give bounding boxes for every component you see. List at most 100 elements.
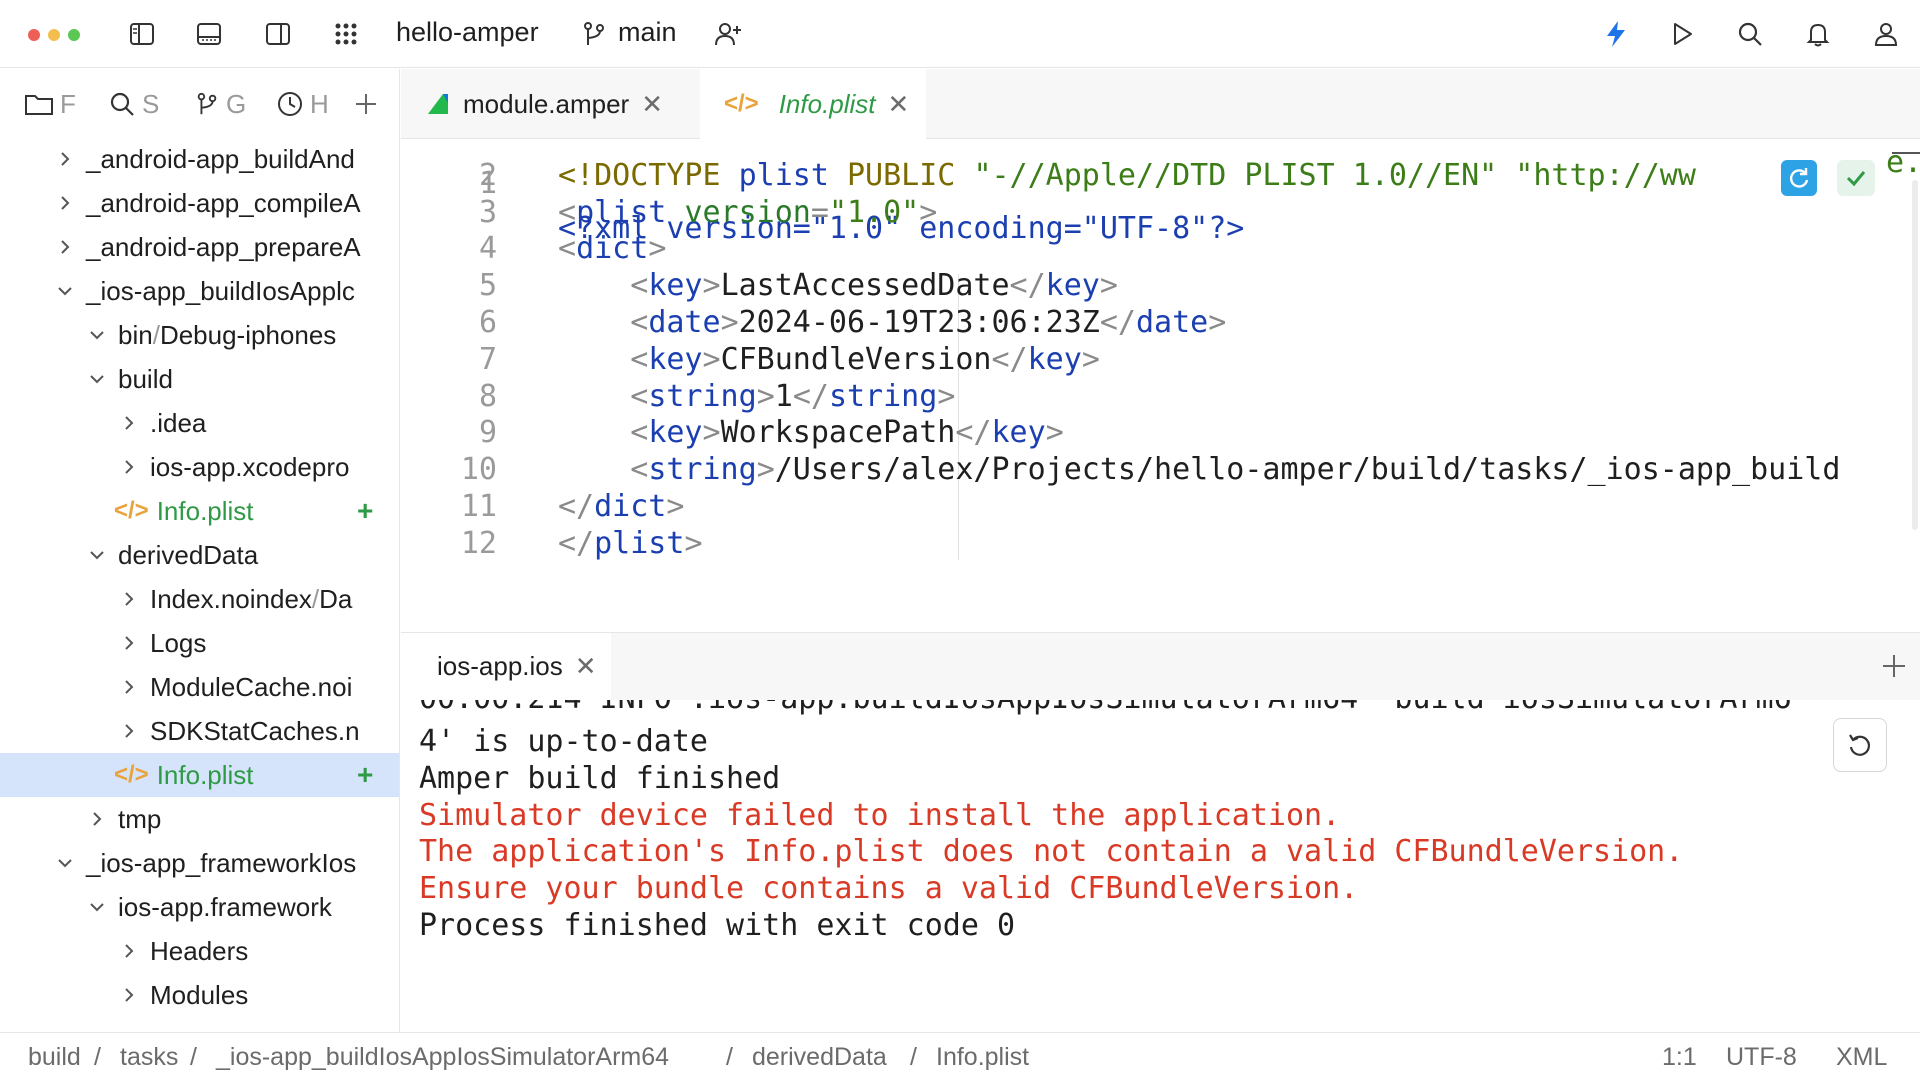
tab-module-amper[interactable]: module.amper ✕ [401,69,700,139]
tree-item-label: bin [118,319,153,350]
run-console[interactable]: 00:00:214 INFO :ios-app:buildIosAppIosSi… [401,700,1920,1032]
chevron-right-icon[interactable] [118,720,140,742]
tab-project-label: F [60,88,76,119]
search-icon[interactable] [1730,14,1770,54]
run-icon[interactable] [1662,14,1702,54]
tree-item-label: ios-app.xcodepro [150,451,350,482]
add-tab-button[interactable] [352,87,380,121]
chevron-down-icon[interactable] [86,544,108,566]
apps-grid-icon[interactable] [326,14,366,54]
chevron-right-icon[interactable] [86,808,108,830]
file-encoding[interactable]: UTF-8 [1726,1043,1797,1072]
minimize-window-button[interactable] [48,29,60,41]
tree-item[interactable]: .idea [0,401,399,445]
tab-git-label: G [226,88,247,119]
clock-icon [278,92,302,116]
tab-ios-app-run[interactable]: ios-app.ios ✕ [401,633,611,700]
tree-item[interactable]: _ios-app_frameworkIos [0,841,399,885]
tree-item-label: build [118,363,173,394]
tree-item[interactable]: tmp [0,797,399,841]
tree-item[interactable]: Index.noindex / Da [0,577,399,621]
branch-name[interactable]: main [618,17,677,48]
maximize-window-button[interactable] [68,29,80,41]
sidebar-left-icon[interactable] [122,14,162,54]
scrollbar-marker [1892,152,1920,154]
tab-info-plist[interactable]: </> Info.plist ✕ [700,69,926,139]
tab-search[interactable]: S [108,87,159,121]
bell-icon[interactable] [1798,14,1838,54]
tree-item[interactable]: bin / Debug-iphones [0,313,399,357]
tree-item[interactable]: Logs [0,621,399,665]
tree-item[interactable]: _android-app_prepareA [0,225,399,269]
tab-history[interactable]: H [276,87,329,121]
breadcrumb-item[interactable]: _ios-app_buildIosAppIosSimulatorArm64 [216,1043,669,1072]
tree-item-suffix: Da [319,583,353,614]
tree-item-label: _ios-app_frameworkIos [86,847,357,878]
tree-item[interactable]: _ios-app_buildIosApplc [0,269,399,313]
chevron-right-icon[interactable] [54,236,76,258]
sidebar-tabs: F S G H [0,69,399,137]
vertical-scrollbar[interactable] [1912,180,1918,530]
chevron-right-icon[interactable] [118,940,140,962]
plus-icon [356,94,376,114]
breadcrumb-item[interactable]: tasks [120,1043,178,1072]
branch-icon[interactable] [574,14,614,54]
chevron-down-icon[interactable] [86,896,108,918]
chevron-down-icon[interactable] [86,324,108,346]
tree-item-label: _android-app_buildAnd [86,143,355,174]
rerun-button[interactable] [1833,718,1887,772]
chevron-down-icon[interactable] [54,280,76,302]
run-tab-label: ios-app.ios [437,651,563,681]
chevron-right-icon[interactable] [54,192,76,214]
lightning-icon[interactable] [1596,14,1636,54]
tree-item[interactable]: build [0,357,399,401]
file-language[interactable]: XML [1836,1043,1887,1072]
breadcrumb-separator: / [726,1043,733,1071]
chevron-right-icon[interactable] [54,148,76,170]
chevron-down-icon[interactable] [54,852,76,874]
chevron-down-icon[interactable] [86,368,108,390]
sidebar-right-icon[interactable] [258,14,298,54]
reload-changes-icon[interactable] [1781,160,1817,196]
xml-icon: </> [724,90,759,117]
project-name[interactable]: hello-amper [396,17,539,48]
breadcrumb-item[interactable]: Info.plist [936,1043,1029,1072]
tree-item[interactable]: ios-app.framework [0,885,399,929]
tree-item[interactable]: Headers [0,929,399,973]
code-editor[interactable]: 1 <?xml version="1.0" encoding="UTF-8"?>… [401,140,1920,632]
xml-icon: </> [114,761,149,788]
tree-item[interactable]: ios-app.xcodepro [0,445,399,489]
add-run-tab-button[interactable] [1879,651,1909,686]
chevron-right-icon[interactable] [118,676,140,698]
cursor-position[interactable]: 1:1 [1662,1043,1697,1072]
breadcrumb-item[interactable]: derivedData [752,1043,887,1072]
chevron-right-icon[interactable] [118,412,140,434]
tree-item[interactable]: </> Info.plist + [0,753,399,797]
tree-item[interactable]: ModuleCache.noi [0,665,399,709]
tree-item[interactable]: derivedData [0,533,399,577]
tree-item-label: SDKStatCaches.n [150,715,360,746]
tree-item[interactable]: _android-app_compileA [0,181,399,225]
close-icon[interactable]: ✕ [575,651,597,682]
chevron-right-icon[interactable] [118,632,140,654]
tree-item[interactable]: Modules [0,973,399,1017]
chevron-right-icon[interactable] [118,984,140,1006]
close-icon[interactable]: ✕ [641,89,663,120]
chevron-right-icon[interactable] [118,588,140,610]
tree-item-suffix: Debug-iphones [159,319,337,350]
tab-git[interactable]: G [194,87,246,121]
tree-item[interactable]: SDKStatCaches.n [0,709,399,753]
chevron-right-icon[interactable] [118,456,140,478]
tree-item[interactable]: </> Info.plist + [0,489,399,533]
close-window-button[interactable] [28,29,40,41]
close-icon[interactable]: ✕ [888,89,910,120]
tab-project-files[interactable]: F [24,87,76,121]
bottom-panel-icon[interactable] [189,14,229,54]
code-text: </plist> [558,525,703,561]
add-user-icon[interactable] [708,14,748,54]
tree-item[interactable]: _android-app_buildAnd [0,137,399,181]
breadcrumb-item[interactable]: build [28,1043,81,1072]
plus-icon [1883,655,1905,677]
check-icon[interactable] [1837,160,1875,196]
user-icon[interactable] [1866,14,1906,54]
